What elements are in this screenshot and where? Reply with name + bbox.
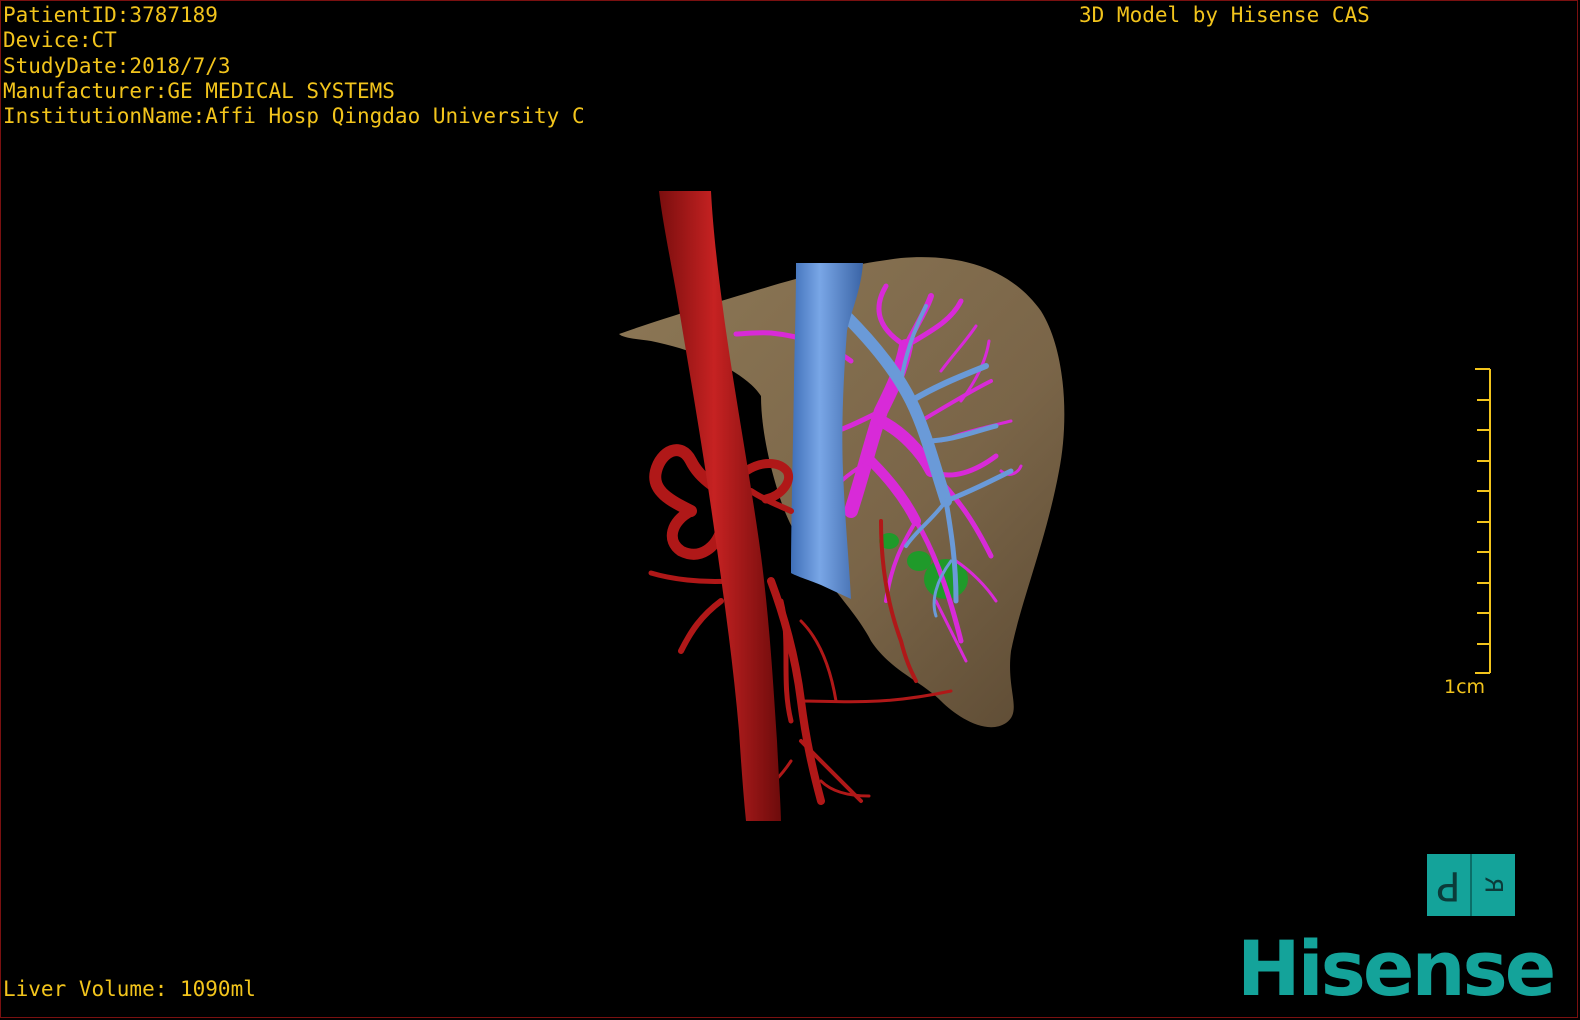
orientation-cube[interactable]: P R <box>1427 854 1515 916</box>
scale-bar-label: 1cm <box>1444 676 1486 698</box>
ct-3d-viewport[interactable]: PatientID:3787189 Device:CT StudyDate:20… <box>0 0 1578 1018</box>
hisense-logo: Hisense <box>1237 924 1556 1013</box>
liver-volume-text: Liver Volume: 1090ml <box>3 977 256 1001</box>
scale-bar <box>1475 368 1491 674</box>
liver-3d-model[interactable] <box>1 1 1578 1018</box>
orientation-right-face: R <box>1479 876 1508 894</box>
